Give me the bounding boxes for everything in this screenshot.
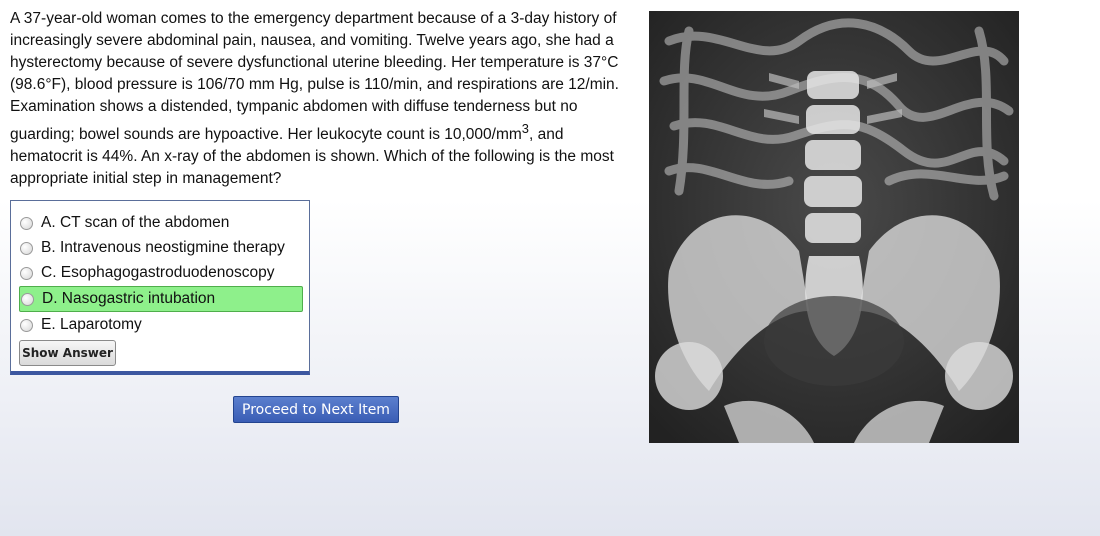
choice-label: A. CT scan of the abdomen: [41, 214, 230, 231]
radio-button[interactable]: [20, 266, 33, 280]
choice-e[interactable]: E. Laparotomy: [19, 313, 303, 337]
choice-label: C. Esophagogastroduodenoscopy: [41, 264, 275, 281]
answer-choices-panel: A. CT scan of the abdomen B. Intravenous…: [10, 200, 310, 375]
choice-label: E. Laparotomy: [41, 316, 142, 333]
proceed-next-button[interactable]: Proceed to Next Item: [233, 396, 399, 423]
choice-d[interactable]: D. Nasogastric intubation: [19, 286, 303, 312]
choice-a[interactable]: A. CT scan of the abdomen: [19, 211, 303, 235]
superscript-3: 3: [521, 121, 529, 136]
choice-c[interactable]: C. Esophagogastroduodenoscopy: [19, 261, 303, 285]
radio-button[interactable]: [20, 241, 33, 255]
abdominal-xray-image: [649, 11, 1019, 443]
choice-b[interactable]: B. Intravenous neostigmine therapy: [19, 236, 303, 260]
radio-button[interactable]: [21, 292, 34, 306]
radio-button[interactable]: [20, 318, 33, 332]
question-stem: A 37-year-old woman comes to the emergen…: [10, 8, 630, 190]
choice-label: D. Nasogastric intubation: [42, 290, 216, 307]
choice-label: B. Intravenous neostigmine therapy: [41, 239, 285, 256]
radio-button[interactable]: [20, 216, 33, 230]
show-answer-button[interactable]: Show Answer: [19, 340, 116, 366]
